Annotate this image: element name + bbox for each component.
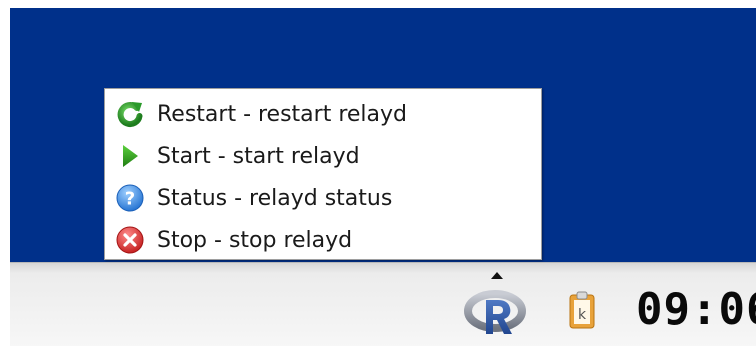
screen: Restart - restart relayd Start - start r… [0, 0, 756, 346]
restart-icon [115, 99, 145, 129]
r-logo-icon[interactable] [464, 288, 530, 338]
menu-item-start[interactable]: Start - start relayd [105, 135, 541, 177]
menu-item-stop[interactable]: Stop - stop relayd [105, 219, 541, 261]
clock[interactable]: 09:06 [636, 284, 756, 336]
help-icon: ? [115, 183, 145, 213]
menu-pointer-arrow [491, 272, 503, 279]
menu-item-label: Restart - restart relayd [157, 101, 408, 127]
menu-item-label: Stop - stop relayd [157, 227, 353, 253]
clipboard-letter: k [578, 307, 587, 323]
clipboard-icon[interactable]: k [568, 290, 596, 330]
menu-item-label: Start - start relayd [157, 143, 360, 169]
menu-item-status[interactable]: ? Status - relayd status [105, 177, 541, 219]
menu-item-restart[interactable]: Restart - restart relayd [105, 93, 541, 135]
menu-item-label: Status - relayd status [157, 185, 393, 211]
svg-text:?: ? [125, 189, 135, 210]
play-icon [115, 141, 145, 171]
stop-icon [115, 225, 145, 255]
tray-context-menu: Restart - restart relayd Start - start r… [104, 88, 542, 260]
